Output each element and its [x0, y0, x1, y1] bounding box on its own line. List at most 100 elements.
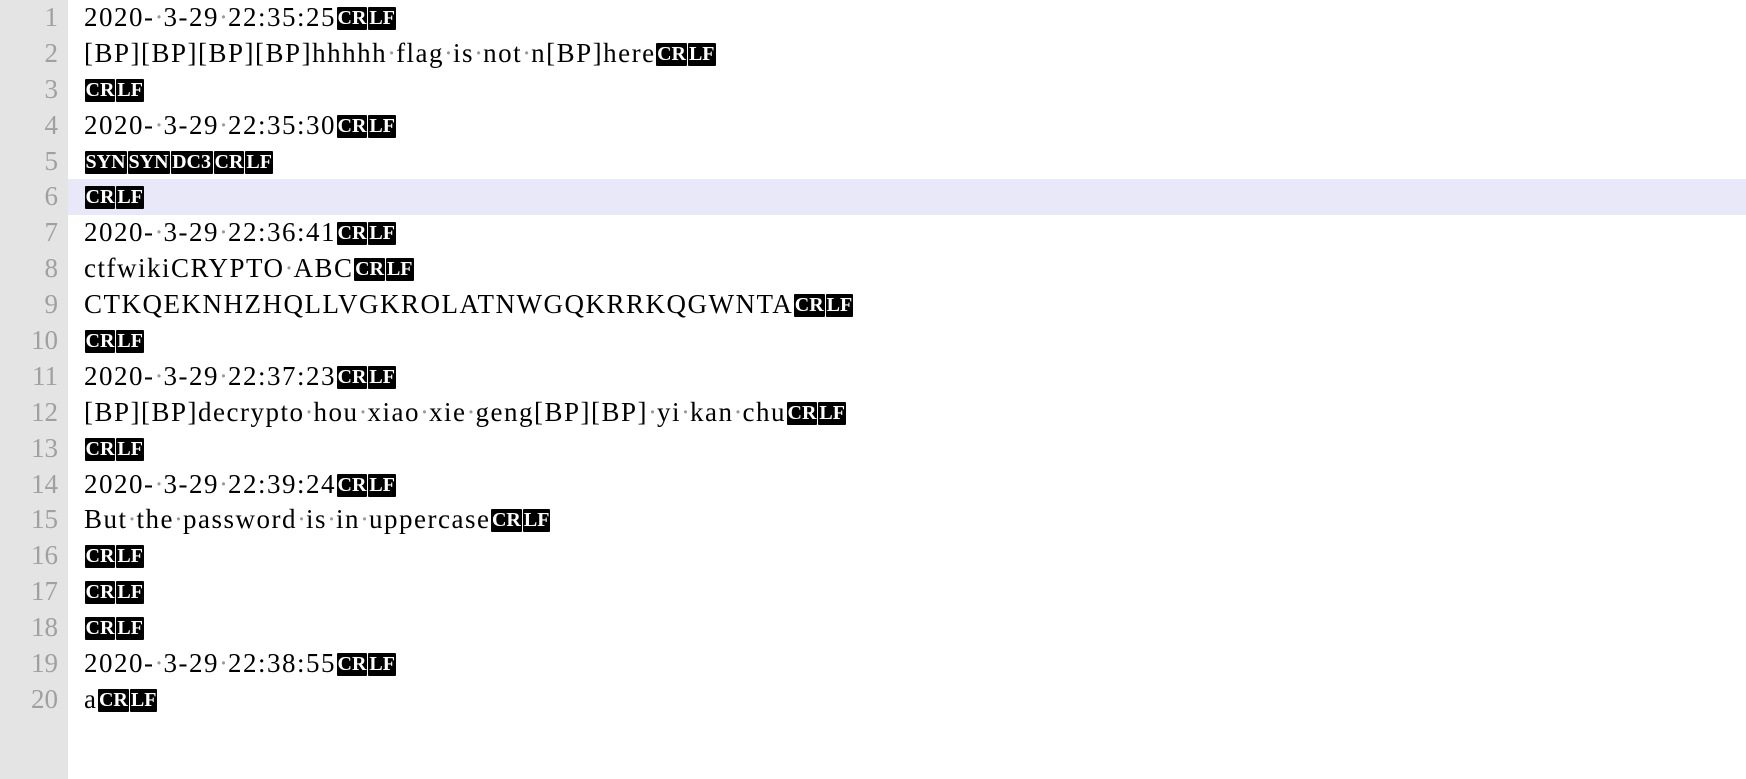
line-content[interactable]: 2020-·3-29·22:35:25CR LF	[68, 0, 1746, 36]
space-marker: ·	[420, 396, 429, 427]
control-char-cr-marker: CR	[656, 42, 687, 66]
space-marker: ·	[360, 504, 370, 535]
line-text-run: the	[136, 504, 175, 535]
control-char-cr-marker: CR	[84, 186, 116, 210]
line-text-run: 22:35:25	[228, 2, 337, 32]
line-content[interactable]: 2020-·3-29·22:37:23CR LF	[68, 359, 1746, 395]
space-marker: ·	[297, 504, 307, 535]
control-char-cr-marker: CR	[336, 653, 368, 677]
control-char-cr-marker: CR	[84, 581, 116, 605]
editor-line[interactable]: 6 CR LF	[0, 179, 1746, 218]
line-text-run: flag	[396, 37, 445, 68]
editor-line[interactable]: 16 CR LF	[0, 538, 1746, 577]
line-number: 15	[0, 502, 68, 539]
editor-line[interactable]: 14 2020-·3-29·22:39:24CR LF	[0, 466, 1746, 503]
control-char-cr-marker: CR	[336, 222, 368, 246]
line-text-run: 3-29	[163, 648, 219, 679]
control-char-lf-marker: LF	[368, 7, 396, 30]
line-content[interactable]: CR LF	[68, 541, 1746, 577]
control-char-lf-marker: LF	[245, 150, 273, 174]
editor-lines-container[interactable]: 1 2020-·3-29·22:35:25CR LF 2 [BP][BP][BP][BP…	[0, 0, 1746, 718]
text-editor[interactable]: 1 2020-·3-29·22:35:25CR LF 2 [BP][BP][BP][BP…	[0, 0, 1746, 779]
space-marker: ·	[358, 396, 368, 427]
editor-line[interactable]: 1 2020-·3-29·22:35:25CR LF	[0, 0, 1746, 36]
line-number: 14	[0, 466, 68, 503]
space-marker: ·	[154, 360, 164, 391]
space-marker: ·	[154, 468, 164, 499]
space-marker: ·	[219, 360, 228, 391]
line-content[interactable]: 2020-·3-29·22:35:30CR LF	[68, 108, 1746, 144]
line-text-run: 22:38:55	[228, 648, 337, 679]
control-char-syn-marker: SYN	[127, 150, 170, 174]
line-content[interactable]: SYN SYN DC3 CR LF	[68, 147, 1746, 183]
line-text-run: hou	[313, 396, 359, 427]
line-number: 2	[0, 35, 68, 72]
bp-token: [BP]	[141, 37, 199, 68]
line-text-run: not	[483, 37, 523, 68]
line-text-run: uppercase	[369, 504, 491, 535]
line-content[interactable]: CR LF	[68, 182, 1746, 218]
line-number: 16	[0, 538, 68, 575]
editor-line[interactable]: 5 SYN SYN DC3 CR LF	[0, 143, 1746, 183]
line-content[interactable]: CR LF	[68, 434, 1746, 470]
space-marker: ·	[304, 396, 314, 427]
line-content[interactable]: 2020-·3-29·22:36:41CR LF	[68, 215, 1746, 251]
control-char-lf-marker: LF	[116, 581, 144, 605]
editor-line[interactable]: 20 aCR LF	[0, 681, 1746, 718]
control-char-lf-marker: LF	[368, 222, 396, 246]
editor-line[interactable]: 7 2020-·3-29·22:36:41CR LF	[0, 215, 1746, 252]
space-marker: ·	[681, 396, 691, 427]
editor-line[interactable]: 18 CR LF	[0, 610, 1746, 649]
line-content[interactable]: CR LF	[68, 75, 1746, 111]
editor-line[interactable]: 9 CTKQEKNHZHQLLVGKROLATNWGQKRRKQGWNTACR LF	[0, 287, 1746, 324]
line-text-run: chu	[742, 396, 786, 427]
editor-line[interactable]: 8 ctfwikiCRYPTO·ABCCR LF	[0, 251, 1746, 288]
line-text-run: 2020-	[84, 2, 155, 32]
line-content[interactable]: CR LF	[68, 326, 1746, 362]
line-number: 12	[0, 394, 68, 431]
control-char-lf-marker: LF	[116, 437, 144, 461]
editor-line[interactable]: 19 2020-·3-29·22:38:55CR LF	[0, 646, 1746, 682]
line-content[interactable]: aCR LF	[68, 682, 1746, 718]
line-content[interactable]: [BP][BP]decrypto·hou·xiao·xie·geng[BP][B…	[68, 395, 1746, 431]
line-text-run: decrypto	[198, 396, 305, 427]
line-content[interactable]: 2020-·3-29·22:39:24CR LF	[68, 467, 1746, 503]
editor-line[interactable]: 13 CR LF	[0, 430, 1746, 470]
space-marker: ·	[522, 37, 532, 68]
line-text-run: is	[306, 504, 328, 535]
editor-line[interactable]: 2 [BP][BP][BP][BP]hhhhh·flag·is·not·n[BP]…	[0, 35, 1746, 72]
line-content[interactable]: 2020-·3-29·22:38:55CR LF	[68, 646, 1746, 682]
line-content[interactable]: CR LF	[68, 613, 1746, 649]
editor-line[interactable]: 4 2020-·3-29·22:35:30CR LF	[0, 107, 1746, 144]
line-number: 7	[0, 215, 68, 252]
line-content[interactable]: ctfwikiCRYPTO·ABCCR LF	[68, 251, 1746, 287]
line-content[interactable]: But·the·password·is·in·uppercaseCR LF	[68, 502, 1746, 538]
line-text-run: yi	[657, 396, 682, 427]
editor-line[interactable]: 3 CR LF	[0, 71, 1746, 111]
line-number: 9	[0, 287, 68, 324]
line-content[interactable]: CTKQEKNHZHQLLVGKROLATNWGQKRRKQGWNTACR LF	[68, 287, 1746, 323]
line-text-run: xie	[429, 396, 467, 427]
line-text-run: 3-29	[163, 468, 219, 499]
space-marker: ·	[174, 504, 184, 535]
control-char-lf-marker: LF	[116, 330, 144, 354]
editor-line[interactable]: 12 [BP][BP]decrypto·hou·xiao·xie·geng[BP]…	[0, 394, 1746, 431]
line-text-run: 22:37:23	[228, 360, 337, 391]
line-number: 19	[0, 646, 68, 682]
line-content[interactable]: CR LF	[68, 577, 1746, 613]
editor-line[interactable]: 15 But·the·password·is·in·uppercaseCR LF	[0, 502, 1746, 539]
line-number: 5	[0, 143, 68, 180]
control-char-dc3-marker: DC3	[170, 150, 213, 174]
line-content[interactable]: [BP][BP][BP][BP]hhhhh·flag·is·not·n[BP]h…	[68, 36, 1746, 72]
space-marker: ·	[219, 468, 228, 499]
space-marker: ·	[219, 648, 228, 679]
control-char-cr-marker: CR	[213, 150, 245, 174]
editor-line[interactable]: 10 CR LF	[0, 323, 1746, 359]
space-marker: ·	[733, 396, 743, 427]
editor-line[interactable]: 17 CR LF	[0, 574, 1746, 613]
line-text-run: 2020-	[84, 217, 155, 248]
line-text-run: 22:39:24	[228, 468, 337, 499]
line-number: 10	[0, 323, 68, 359]
line-text-run: 2020-	[84, 109, 155, 140]
editor-line[interactable]: 11 2020-·3-29·22:37:23CR LF	[0, 358, 1746, 395]
